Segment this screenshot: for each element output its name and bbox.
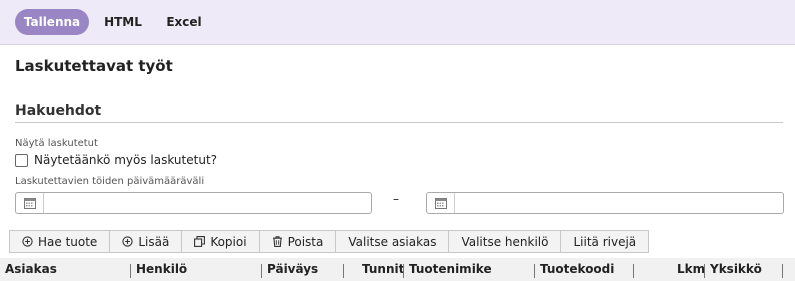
date-from-input[interactable] [15,192,372,214]
range-separator: – [393,192,399,206]
show-invoiced-checkbox-label[interactable]: Näytetäänkö myös laskutetut? [34,153,217,167]
top-bar: Tallenna HTML Excel [0,0,795,45]
excel-export-button[interactable]: Excel [163,9,205,35]
column-resize-handle[interactable] [633,264,634,278]
search-section-title: Hakuehdot [15,103,102,119]
column-resize-handle[interactable] [403,264,404,278]
select-customer-button[interactable]: Valitse asiakas [335,230,450,253]
calendar-icon[interactable] [427,193,455,213]
fetch-product-button[interactable]: Hae tuote [9,230,111,253]
row-toolbar: Hae tuote Lisää Kopioi Poista Valitse as… [9,230,650,253]
column-header-unit[interactable]: Yksikkö [710,262,762,276]
column-header-person[interactable]: Henkilö [136,262,187,276]
add-row-label: Lisää [138,234,170,249]
column-header-customer[interactable]: Asiakas [5,262,57,276]
copy-row-label: Kopioi [210,234,247,249]
calendar-icon[interactable] [16,193,44,213]
date-range-label: Laskutettavien töiden päivämääräväli [15,176,205,187]
save-button[interactable]: Tallenna [15,9,89,35]
fetch-product-label: Hae tuote [38,234,98,249]
delete-row-label: Poista [287,234,324,249]
plus-circle-icon [122,236,133,247]
column-header-product-name[interactable]: Tuotenimike [409,262,492,276]
trash-icon [272,236,282,247]
delete-row-button[interactable]: Poista [258,230,337,253]
page-title: Laskutettavat työt [15,57,173,75]
column-resize-handle[interactable] [261,264,262,278]
column-resize-handle[interactable] [534,264,535,278]
column-resize-handle[interactable] [343,264,344,278]
copy-row-button[interactable]: Kopioi [181,230,260,253]
column-resize-handle[interactable] [782,264,783,278]
select-person-button[interactable]: Valitse henkilö [448,230,562,253]
column-header-date[interactable]: Päiväys [267,262,318,276]
attach-rows-button[interactable]: Liitä rivejä [560,230,650,253]
column-resize-handle[interactable] [130,264,131,278]
show-invoiced-checkbox[interactable] [15,154,28,167]
column-header-product-code[interactable]: Tuotekoodi [540,262,614,276]
date-to-input[interactable] [426,192,784,214]
add-row-button[interactable]: Lisää [109,230,183,253]
section-divider [15,122,783,123]
show-invoiced-label: Näytä laskutetut [15,138,98,149]
column-resize-handle[interactable] [704,264,705,278]
plus-circle-icon [22,236,33,247]
column-header-quantity[interactable]: Lkm [677,262,705,276]
column-header-hours[interactable]: Tunnit [362,262,404,276]
copy-icon [194,236,206,247]
html-export-button[interactable]: HTML [102,9,144,35]
table-header: Asiakas Henkilö Päiväys Tunnit Tuotenimi… [0,258,795,281]
